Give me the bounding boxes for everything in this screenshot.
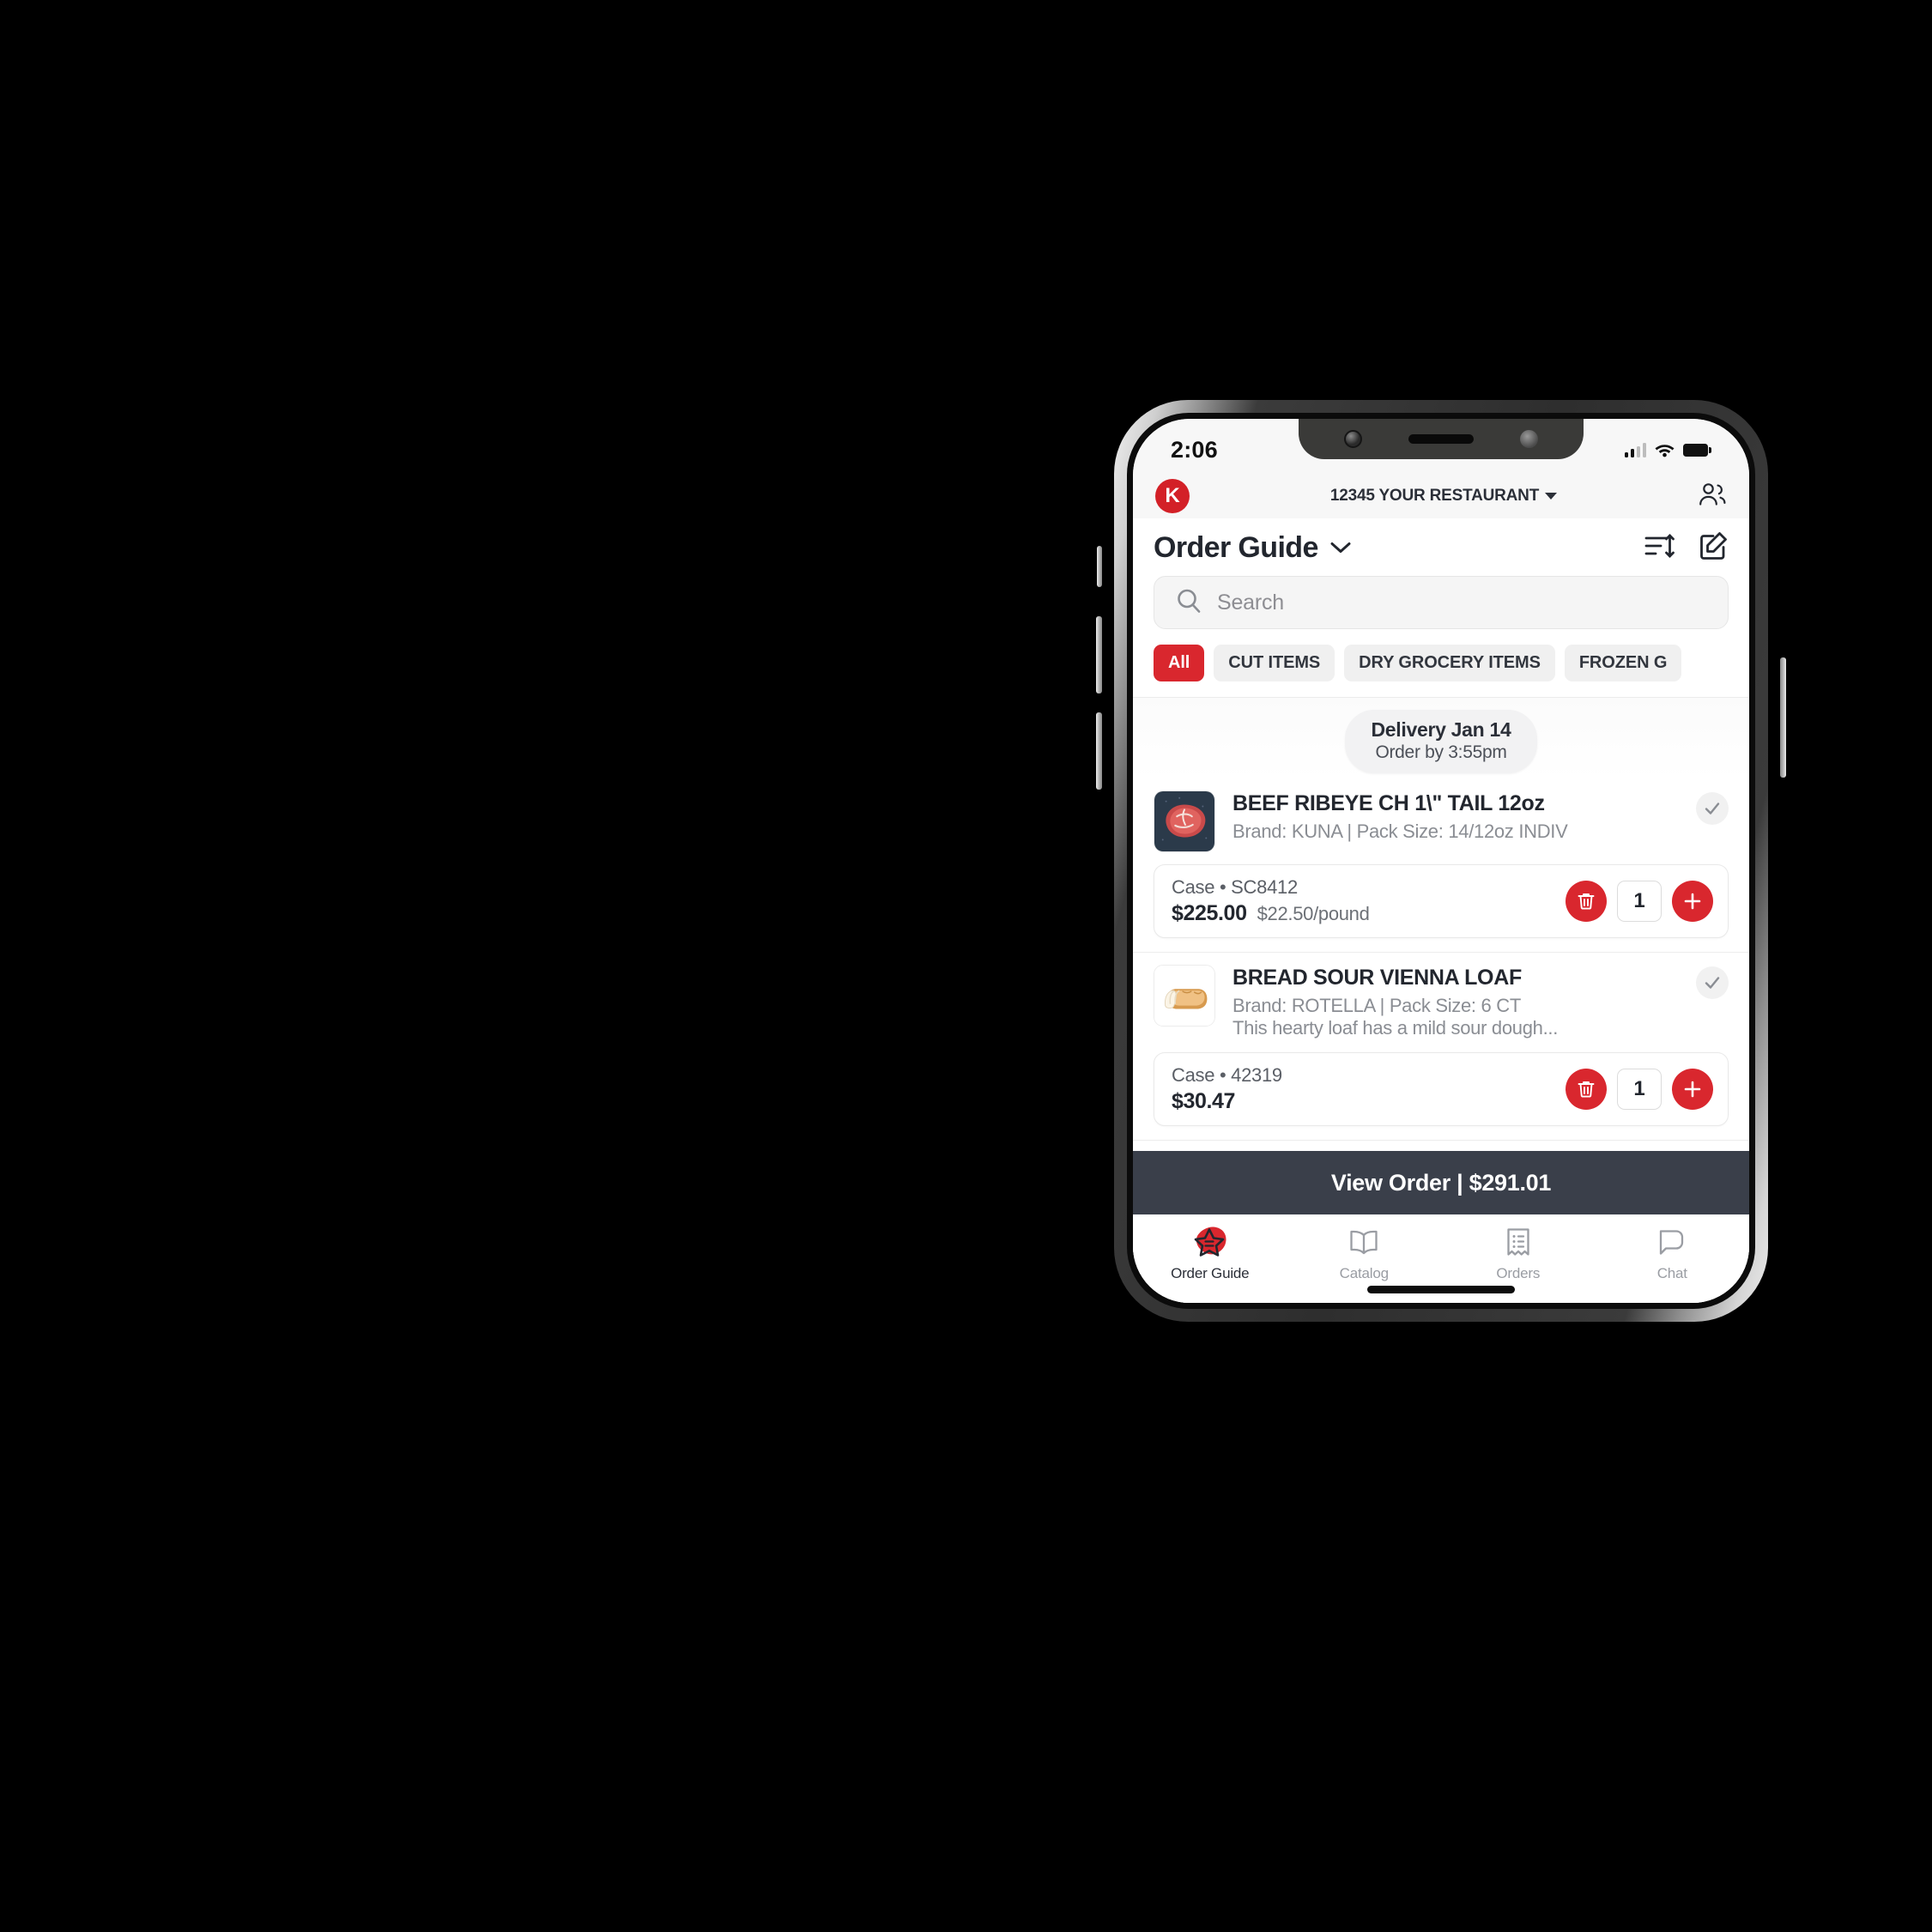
price-amount: $30.47 bbox=[1172, 1089, 1236, 1114]
star-order-guide-icon bbox=[1192, 1225, 1228, 1259]
face-id-sensor-icon bbox=[1520, 430, 1538, 448]
silent-switch-button[interactable] bbox=[1097, 546, 1102, 587]
product-info: BREAD SOUR VIENNA LOAF Brand: ROTELLA | … bbox=[1232, 965, 1679, 1040]
beef-steak-thumbnail bbox=[1154, 790, 1215, 852]
delivery-badge: Delivery Jan 14 Order by 3:55pm bbox=[1345, 710, 1537, 773]
receipt-icon bbox=[1505, 1225, 1532, 1259]
edit-pencil-icon[interactable] bbox=[1698, 530, 1729, 566]
account-name: 12345 YOUR RESTAURANT bbox=[1329, 487, 1540, 505]
earpiece-speaker bbox=[1408, 434, 1474, 444]
status-time: 2:06 bbox=[1171, 436, 1218, 463]
pack-code: Case • SC8412 bbox=[1172, 876, 1298, 898]
power-button[interactable] bbox=[1780, 657, 1786, 778]
book-icon bbox=[1348, 1225, 1379, 1259]
search-placeholder: Search bbox=[1217, 590, 1285, 615]
trash-icon[interactable] bbox=[1566, 1069, 1607, 1111]
product-header: BREAD SOUR VIENNA LOAF Brand: ROTELLA | … bbox=[1154, 965, 1729, 1040]
chevron-down-icon[interactable] bbox=[1329, 541, 1352, 559]
dynamic-island-notch bbox=[1299, 419, 1584, 459]
order-cutoff-time: Order by 3:55pm bbox=[1375, 742, 1507, 762]
list-item[interactable]: BEEF RIBEYE CH 1\" TAIL 12oz Brand: KUNA… bbox=[1133, 778, 1749, 938]
brand-logo: K bbox=[1155, 479, 1190, 513]
app-header: K 12345 YOUR RESTAURANT bbox=[1133, 474, 1749, 518]
delivery-badge-wrap: Delivery Jan 14 Order by 3:55pm bbox=[1133, 698, 1749, 778]
phone-bezel: 2:06 K 12345 YOUR RESTAURANT Order Guide… bbox=[1127, 413, 1755, 1309]
battery-full-icon bbox=[1683, 443, 1711, 457]
title-actions bbox=[1643, 530, 1729, 566]
page-title-row: Order Guide bbox=[1133, 518, 1749, 572]
status-indicators bbox=[1624, 442, 1711, 457]
list-item[interactable]: BREAD SOUR VIENNA LOAF Brand: ROTELLA | … bbox=[1133, 953, 1749, 1127]
tab-chat[interactable]: Chat bbox=[1596, 1225, 1750, 1282]
quantity-stepper: 1 bbox=[1566, 881, 1713, 922]
phone-device-frame: 2:06 K 12345 YOUR RESTAURANT Order Guide… bbox=[1096, 400, 1786, 1322]
product-header: BEEF RIBEYE CH 1\" TAIL 12oz Brand: KUNA… bbox=[1154, 790, 1729, 852]
wifi-icon bbox=[1655, 445, 1675, 457]
product-meta: Brand: ROTELLA | Pack Size: 6 CT bbox=[1232, 994, 1522, 1016]
filter-chip-all[interactable]: All bbox=[1154, 645, 1205, 681]
plus-icon[interactable] bbox=[1672, 1069, 1713, 1111]
view-order-label: View Order | $291.01 bbox=[1330, 1169, 1552, 1196]
tab-label: Chat bbox=[1656, 1265, 1687, 1281]
tab-orders[interactable]: Orders bbox=[1441, 1225, 1596, 1282]
category-filter-row[interactable]: All CUT ITEMS DRY GROCERY ITEMS FROZEN G bbox=[1133, 629, 1749, 698]
check-icon[interactable] bbox=[1696, 966, 1729, 999]
price-amount: $225.00 bbox=[1172, 901, 1247, 925]
tab-label: Catalog bbox=[1339, 1265, 1389, 1281]
people-icon[interactable] bbox=[1698, 481, 1727, 512]
filter-chip-dry-grocery-items[interactable]: DRY GROCERY ITEMS bbox=[1344, 645, 1555, 681]
caret-down-icon bbox=[1545, 493, 1558, 500]
check-icon[interactable] bbox=[1696, 792, 1729, 825]
sort-filter-icon[interactable] bbox=[1643, 531, 1675, 565]
price-quantity-card: Case • 42319 $30.47 1 bbox=[1154, 1052, 1729, 1127]
filter-chip-frozen-goods[interactable]: FROZEN G bbox=[1564, 645, 1682, 681]
chat-bubble-icon bbox=[1656, 1225, 1687, 1259]
tab-order-guide[interactable]: Order Guide bbox=[1133, 1225, 1287, 1282]
account-selector[interactable]: 12345 YOUR RESTAURANT bbox=[1202, 487, 1686, 506]
search-section: Search bbox=[1133, 572, 1749, 629]
trash-icon[interactable] bbox=[1566, 881, 1607, 922]
search-icon bbox=[1175, 587, 1202, 619]
quantity-value[interactable]: 1 bbox=[1617, 1069, 1662, 1111]
volume-down-button[interactable] bbox=[1096, 712, 1102, 790]
bread-loaf-thumbnail bbox=[1154, 965, 1215, 1027]
tab-catalog[interactable]: Catalog bbox=[1287, 1225, 1442, 1282]
quantity-stepper: 1 bbox=[1566, 1069, 1713, 1111]
view-order-button[interactable]: View Order | $291.01 bbox=[1133, 1151, 1749, 1214]
pack-code: Case • 42319 bbox=[1172, 1064, 1282, 1087]
price-info: Case • 42319 $30.47 bbox=[1172, 1064, 1566, 1114]
delivery-date: Delivery Jan 14 bbox=[1371, 718, 1511, 741]
price-quantity-card: Case • SC8412 $225.00 $22.50/pound 1 bbox=[1154, 864, 1729, 938]
product-name: BEEF RIBEYE CH 1\" TAIL 12oz bbox=[1232, 791, 1545, 815]
home-indicator[interactable] bbox=[1367, 1286, 1515, 1293]
cellular-signal-icon bbox=[1624, 442, 1646, 457]
product-meta: Brand: KUNA | Pack Size: 14/12oz INDIV bbox=[1232, 820, 1568, 842]
price-info: Case • SC8412 $225.00 $22.50/pound bbox=[1172, 876, 1566, 926]
plus-icon[interactable] bbox=[1672, 881, 1713, 922]
search-input[interactable]: Search bbox=[1154, 576, 1729, 629]
page-title: Order Guide bbox=[1154, 531, 1318, 564]
quantity-value[interactable]: 1 bbox=[1617, 881, 1662, 922]
tab-label: Orders bbox=[1496, 1265, 1541, 1281]
phone-screen: 2:06 K 12345 YOUR RESTAURANT Order Guide… bbox=[1133, 419, 1749, 1303]
tab-label: Order Guide bbox=[1171, 1265, 1250, 1281]
front-camera-icon bbox=[1344, 430, 1362, 448]
filter-chip-cut-items[interactable]: CUT ITEMS bbox=[1214, 645, 1335, 681]
product-description: This hearty loaf has a mild sour dough..… bbox=[1232, 1017, 1559, 1039]
product-info: BEEF RIBEYE CH 1\" TAIL 12oz Brand: KUNA… bbox=[1232, 790, 1679, 843]
unit-price: $22.50/pound bbox=[1257, 903, 1370, 924]
product-name: BREAD SOUR VIENNA LOAF bbox=[1232, 966, 1522, 990]
volume-up-button[interactable] bbox=[1096, 616, 1102, 693]
